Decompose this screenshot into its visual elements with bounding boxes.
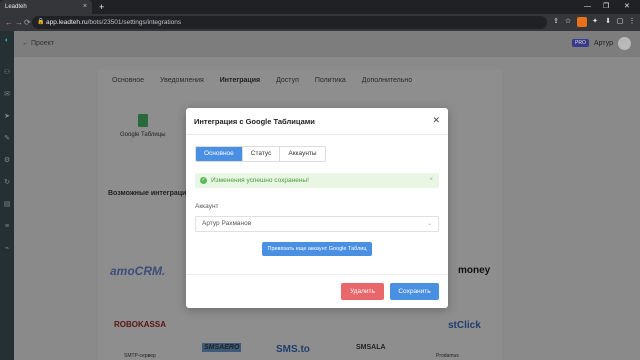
new-tab-button[interactable]: + <box>99 0 104 14</box>
modal-divider <box>186 134 448 135</box>
google-sheets-icon[interactable] <box>138 114 148 127</box>
browser-tabbar: Leadteh × + — ❐ ✕ <box>0 0 640 14</box>
sidebar-cart-icon[interactable]: ▤ <box>3 201 11 209</box>
pro-badge: PRO <box>572 39 589 47</box>
sidebar-refresh-icon[interactable]: ↻ <box>3 179 11 187</box>
possible-integrations-title: Возможные интеграции <box>108 190 191 197</box>
modal-tabs: Основное Статус Аккаунты <box>195 146 326 162</box>
link-another-account-button[interactable]: Привязать еще аккаунт Google Таблиц <box>262 242 372 256</box>
account-label: Аккаунт <box>195 203 219 210</box>
tab-notifications[interactable]: Уведомления <box>160 77 204 84</box>
profile-icon[interactable]: ▢ <box>615 17 625 27</box>
account-select-value: Артур Рахманов <box>202 220 252 227</box>
google-sheets-label: Google Таблицы <box>120 132 166 138</box>
lock-icon: 🔒 <box>37 19 45 25</box>
tab-main[interactable]: Основное <box>112 77 144 84</box>
tab-policy[interactable]: Политика <box>315 77 346 84</box>
success-message: Изменения успешно сохранены! <box>211 177 309 184</box>
browser-tab[interactable]: Leadteh × <box>0 0 92 14</box>
check-circle-icon: ✓ <box>200 177 207 184</box>
sidebar-dialogs-icon[interactable]: ✉ <box>3 91 11 99</box>
smtp-logo[interactable]: SMTP-сервер <box>124 353 156 359</box>
tab-additional[interactable]: Дополнительно <box>362 77 412 84</box>
share-icon[interactable]: ⇪ <box>551 17 561 27</box>
sidebar-edit-icon[interactable]: ✎ <box>3 135 11 143</box>
logo-icon[interactable]: ◐ <box>3 37 11 45</box>
yoomoney-logo[interactable]: money <box>458 265 490 276</box>
sidebar-users-icon[interactable]: ⚇ <box>3 69 11 77</box>
amocrm-logo[interactable]: amoCRM. <box>110 264 165 278</box>
tab-close-icon[interactable]: × <box>83 0 87 14</box>
modal-title: Интеграция с Google Таблицами <box>194 117 315 126</box>
download-icon[interactable]: ⬇ <box>603 17 613 27</box>
menu-icon[interactable]: ⋮ <box>627 17 637 27</box>
sidebar-settings-icon[interactable]: ⚙ <box>3 157 11 165</box>
puzzle-icon[interactable]: ✦ <box>590 17 600 27</box>
tab-integration[interactable]: Интеграция <box>220 77 260 84</box>
minimize-icon[interactable]: — <box>584 0 591 14</box>
close-icon[interactable]: ✕ <box>432 115 440 126</box>
reload-icon[interactable]: ⟳ <box>24 14 31 31</box>
forward-arrow-icon[interactable]: → <box>15 14 23 31</box>
sidebar-list-icon[interactable]: ≡ <box>3 223 11 231</box>
account-select[interactable]: Артур Рахманов ⌄ <box>195 216 439 232</box>
delete-button[interactable]: Удалить <box>341 283 384 300</box>
url-path: /bots/23501/settings/integrations <box>87 19 182 26</box>
integration-modal: Интеграция с Google Таблицами ✕ Основное… <box>186 108 448 308</box>
window-close-icon[interactable]: ✕ <box>624 0 630 14</box>
alert-close-icon[interactable]: × <box>429 173 433 188</box>
url-host: app.leadteh.ru <box>46 19 88 26</box>
bookmark-star-icon[interactable]: ☆ <box>563 17 573 27</box>
settings-tabs: Основное Уведомления Интеграция Доступ П… <box>112 77 426 84</box>
app-topbar: ← Проект PRO Артур <box>14 31 640 57</box>
sidebar-chart-icon[interactable]: ⌁ <box>3 245 11 253</box>
smsala-logo[interactable]: SMSALA <box>356 344 386 351</box>
address-bar[interactable]: 🔒 app.leadteh.ru/bots/23501/settings/int… <box>32 16 547 29</box>
extension-icon[interactable] <box>577 17 587 27</box>
getclick-logo[interactable]: stClick <box>448 320 481 331</box>
success-alert: ✓ Изменения успешно сохранены! × <box>195 173 439 188</box>
tab-access[interactable]: Доступ <box>276 77 299 84</box>
browser-tab-title: Leadteh <box>5 4 27 10</box>
modal-tab-main[interactable]: Основное <box>196 147 243 161</box>
robokassa-logo[interactable]: ROBOKASSA <box>114 320 166 329</box>
save-button[interactable]: Сохранить <box>390 283 439 300</box>
sidebar-send-icon[interactable]: ➤ <box>3 113 11 121</box>
back-arrow-icon[interactable]: ← <box>5 14 13 31</box>
modal-tab-status[interactable]: Статус <box>242 147 281 161</box>
avatar[interactable] <box>618 37 631 50</box>
modal-footer-divider <box>186 274 448 275</box>
user-name[interactable]: Артур <box>594 31 613 57</box>
sidebar: ◐ ⚇ ✉ ➤ ✎ ⚙ ↻ ▤ ≡ ⌁ <box>0 31 14 360</box>
prodamus-logo[interactable]: Prodamus <box>436 353 459 359</box>
smsaero-logo[interactable]: SMSAERO <box>202 343 242 352</box>
chevron-down-icon: ⌄ <box>426 221 432 227</box>
browser-toolbar: ← → ⟳ 🔒 app.leadteh.ru/bots/23501/settin… <box>0 14 640 31</box>
smsto-logo[interactable]: SMS.to <box>276 344 310 355</box>
back-to-project-link[interactable]: ← Проект <box>22 31 54 57</box>
maximize-icon[interactable]: ❐ <box>603 0 609 14</box>
modal-tab-accounts[interactable]: Аккаунты <box>280 147 325 161</box>
